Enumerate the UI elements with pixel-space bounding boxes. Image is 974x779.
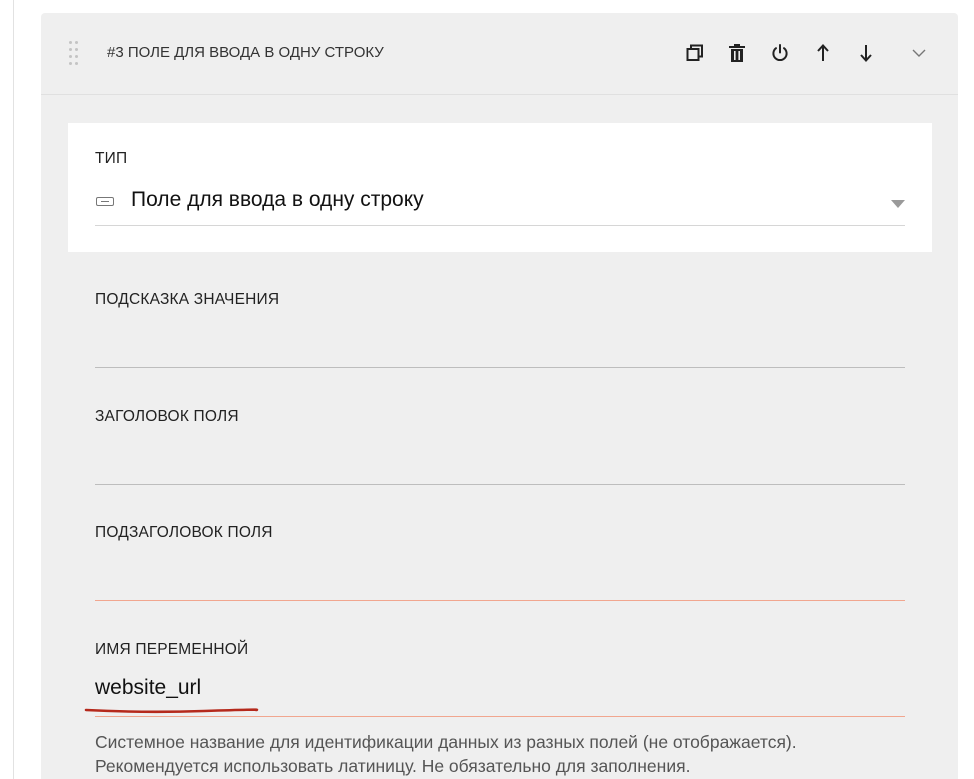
type-select-value: Поле для ввода в одну строку: [131, 188, 424, 211]
variable-name-help: Системное название для идентификации дан…: [95, 730, 905, 778]
title-field: ЗАГОЛОВОК ПОЛЯ: [95, 408, 905, 485]
type-label: ТИП: [95, 150, 128, 167]
title-input[interactable]: [95, 443, 905, 473]
field-title: #3 ПОЛЕ ДЛЯ ВВОДА В ОДНУ СТРОКУ: [107, 44, 384, 61]
type-select[interactable]: Поле для ввода в одну строку: [95, 183, 905, 226]
subtitle-label: ПОДЗАГОЛОВОК ПОЛЯ: [95, 524, 273, 541]
copy-icon[interactable]: [684, 42, 706, 64]
hint-label: ПОДСКАЗКА ЗНАЧЕНИЯ: [95, 291, 280, 308]
input-field-icon: [96, 197, 114, 206]
power-icon[interactable]: [769, 42, 791, 64]
arrow-up-icon[interactable]: [812, 42, 834, 64]
hint-field: ПОДСКАЗКА ЗНАЧЕНИЯ: [95, 291, 905, 368]
trash-icon[interactable]: [726, 42, 748, 64]
variable-name-input[interactable]: website_url: [95, 676, 201, 700]
type-card: ТИП Поле для ввода в одну строку: [68, 123, 932, 252]
variable-name-underline: [95, 716, 905, 717]
variable-name-field: ИМЯ ПЕРЕМЕННОЙ website_url Системное наз…: [84, 641, 905, 779]
panel-header: #3 ПОЛЕ ДЛЯ ВВОДА В ОДНУ СТРОКУ: [41, 13, 958, 95]
red-annotation-underline: [84, 708, 259, 714]
chevron-down-icon[interactable]: [908, 42, 930, 64]
left-border: [13, 0, 14, 779]
subtitle-field: ПОДЗАГОЛОВОК ПОЛЯ: [95, 524, 905, 601]
hint-underline: [95, 367, 905, 368]
variable-name-help-line1: Системное название для идентификации дан…: [95, 732, 797, 752]
arrow-down-icon[interactable]: [855, 42, 877, 64]
drag-handle-icon[interactable]: [69, 41, 81, 67]
variable-name-help-line2: Рекомендуется использовать латиницу. Не …: [95, 756, 691, 776]
variable-name-label: ИМЯ ПЕРЕМЕННОЙ: [95, 641, 249, 658]
hint-input[interactable]: [95, 326, 905, 356]
subtitle-input[interactable]: [95, 559, 905, 589]
field-settings-panel: #3 ПОЛЕ ДЛЯ ВВОДА В ОДНУ СТРОКУ ТИП Поле…: [41, 13, 958, 779]
subtitle-underline: [95, 600, 905, 601]
dropdown-caret-icon: [891, 200, 905, 208]
title-underline: [95, 484, 905, 485]
title-label: ЗАГОЛОВОК ПОЛЯ: [95, 408, 239, 425]
